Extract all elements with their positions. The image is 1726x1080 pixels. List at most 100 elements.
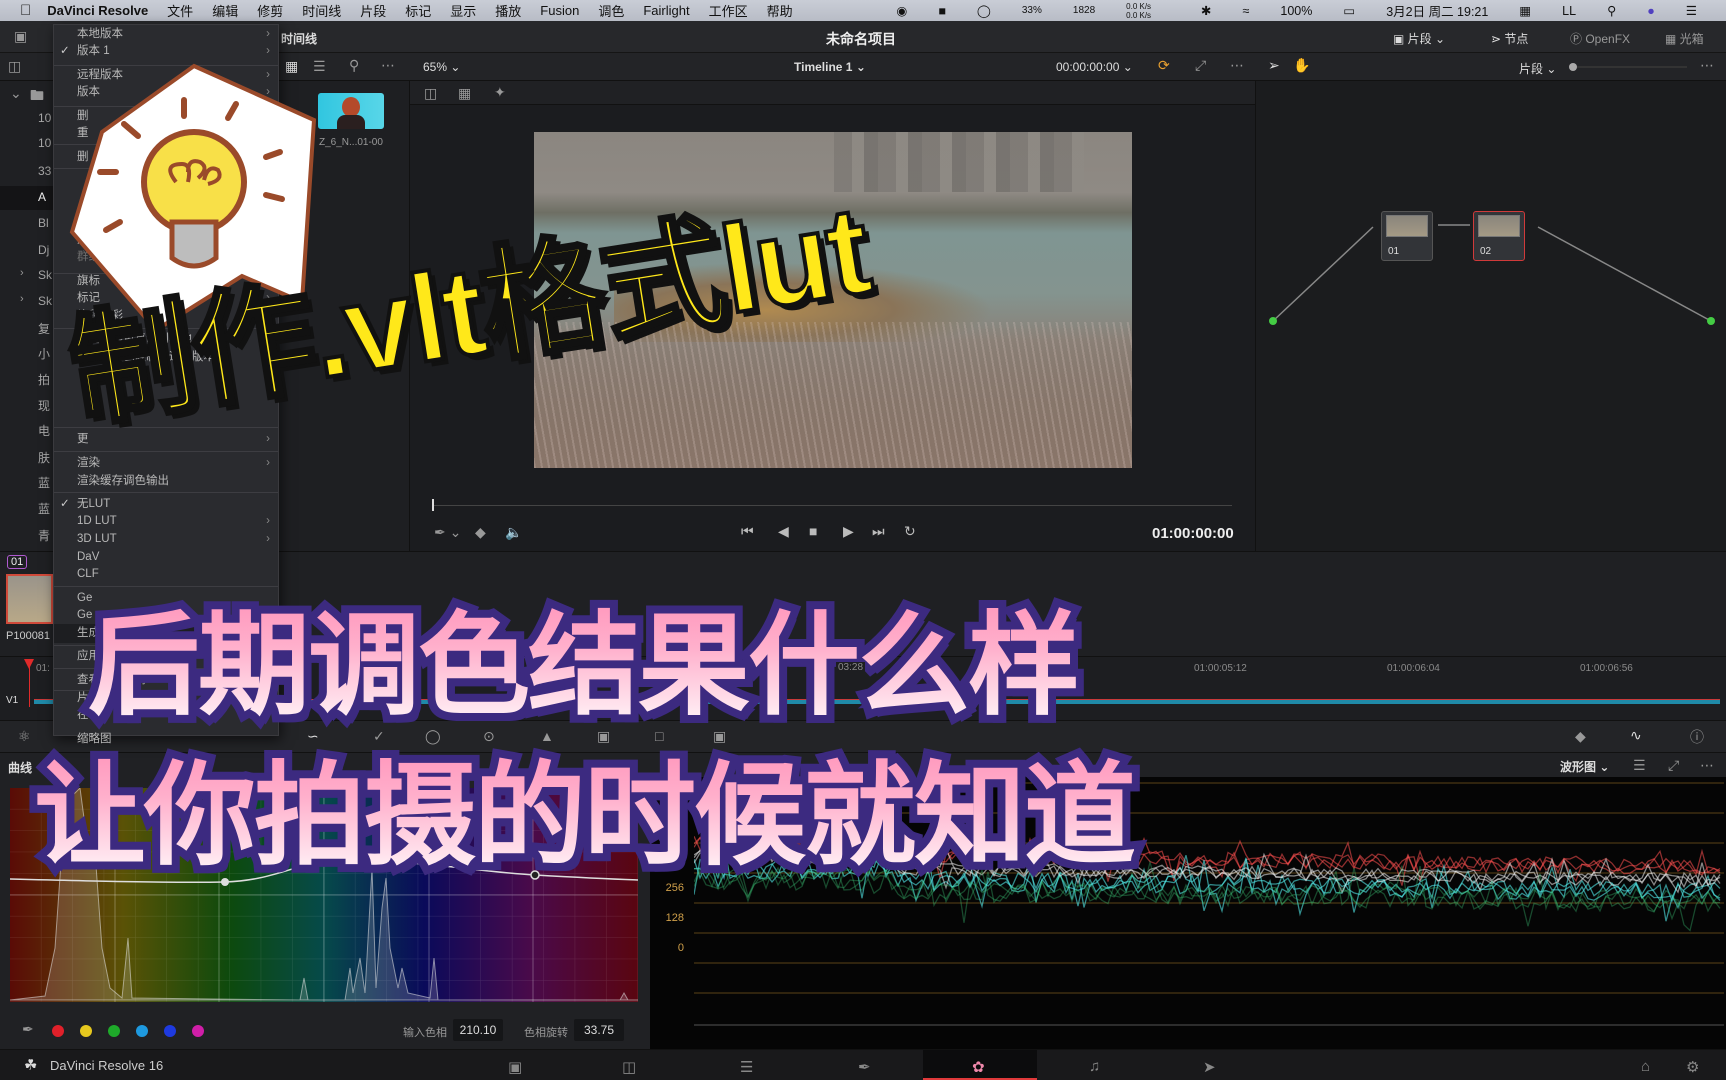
bin-item[interactable]: Bl	[38, 216, 49, 230]
apple-icon[interactable]: 	[20, 2, 31, 19]
hue-swatch-button[interactable]	[52, 1025, 64, 1037]
bin-item[interactable]: 现	[38, 397, 50, 414]
menu-clip[interactable]: 片段	[360, 1, 386, 20]
timeline-select[interactable]: Timeline 1 ⌄	[794, 60, 866, 74]
info-icon[interactable]: ⓘ	[1690, 727, 1704, 747]
hue-swatch-button[interactable]	[164, 1025, 176, 1037]
clips-button[interactable]: ▣ 片段 ⌄	[1393, 30, 1445, 47]
playhead-handle[interactable]	[432, 499, 434, 511]
clock[interactable]: 3月2日 周二 19:21	[1386, 1, 1488, 20]
bin-item[interactable]: A	[38, 190, 46, 204]
search-icon[interactable]: ⚲	[349, 57, 359, 74]
input-hue-field[interactable]: 210.10	[453, 1019, 503, 1041]
menu-edit[interactable]: 编辑	[212, 1, 238, 20]
scope-more-icon[interactable]: ⋯	[1700, 757, 1714, 774]
menu-file[interactable]: 文件	[167, 1, 193, 20]
bluetooth-icon[interactable]: ✱	[1201, 3, 1211, 18]
media-page-icon[interactable]: ▣	[508, 1058, 522, 1076]
menu-timeline[interactable]: 时间线	[302, 1, 341, 20]
menu-view[interactable]: 显示	[450, 1, 476, 20]
hue-swatch-button[interactable]	[136, 1025, 148, 1037]
hue-swatch-button[interactable]	[80, 1025, 92, 1037]
menu-color[interactable]: 调色	[598, 1, 624, 20]
wifi-icon[interactable]: ≈	[1243, 4, 1250, 18]
play-icon[interactable]: ▶	[843, 523, 854, 540]
zoom-select[interactable]: 65% ⌄	[423, 60, 460, 74]
media-pool-icon[interactable]: ▣	[14, 28, 27, 45]
context-menu-item[interactable]: 渲染 ›	[54, 454, 278, 473]
fusion-page-icon[interactable]: ✒	[858, 1058, 871, 1076]
record-icon[interactable]: ◉	[896, 3, 907, 18]
app-menu[interactable]: DaVinci Resolve	[47, 3, 148, 18]
node-mode-select[interactable]: 片段 ⌄	[1519, 60, 1556, 77]
menu-fairlight[interactable]: Fairlight	[643, 3, 689, 18]
bin-item[interactable]: 蓝	[38, 500, 50, 517]
input-method-icon[interactable]: ▦	[1519, 3, 1531, 18]
openfx-button[interactable]: Ⓟ OpenFX	[1570, 30, 1630, 47]
bin-item[interactable]: Dj	[38, 243, 49, 257]
scopes-icon[interactable]: ∿	[1630, 727, 1642, 744]
cut-page-icon[interactable]: ◫	[622, 1058, 636, 1076]
node-01[interactable]: 01	[1381, 211, 1433, 261]
bin-item[interactable]: 10	[38, 136, 51, 150]
color-page-icon[interactable]: ✿	[972, 1058, 985, 1076]
slider-handle[interactable]	[1569, 63, 1577, 71]
node-editor[interactable]: 01 02	[1255, 81, 1726, 551]
expand-chevron-icon[interactable]: ›	[20, 267, 24, 279]
hue-swatch-button[interactable]	[192, 1025, 204, 1037]
bin-item[interactable]: Sk	[38, 268, 52, 282]
notification-center-icon[interactable]: ☰	[1686, 3, 1697, 18]
settings-gear-icon[interactable]: ⚙	[1686, 1058, 1699, 1076]
edit-page-icon[interactable]: ☰	[740, 1058, 753, 1076]
context-menu-item[interactable]: 1D LUT ›	[54, 512, 278, 531]
bin-item[interactable]: 33	[38, 164, 51, 178]
play-reverse-icon[interactable]: ◀	[778, 523, 789, 540]
clip-thumbnail[interactable]	[6, 574, 53, 624]
context-menu-item[interactable]: 3D LUT ›	[54, 530, 278, 549]
pointer-icon[interactable]: ➢	[1268, 57, 1280, 74]
viewer-more-icon[interactable]: ⋯	[1230, 57, 1244, 74]
bin-item[interactable]: 蓝	[38, 474, 50, 491]
fullscreen-icon[interactable]: ⤢	[1195, 57, 1206, 74]
scope-expand-icon[interactable]: ⤢	[1668, 757, 1679, 774]
menu-mark[interactable]: 标记	[405, 1, 431, 20]
eyedropper-icon[interactable]: ✒ ⌄	[434, 524, 461, 541]
deliver-page-icon[interactable]: ➤	[1203, 1058, 1216, 1076]
viewer-scrubber[interactable]	[432, 505, 1232, 506]
menu-playback[interactable]: 播放	[495, 1, 521, 20]
nodes-button[interactable]: ⋗ 节点	[1491, 30, 1528, 47]
curve-eyedropper-icon[interactable]: ✒	[22, 1021, 34, 1038]
bin-item[interactable]: 小	[38, 345, 50, 362]
folder-icon[interactable]: ■	[938, 4, 946, 18]
menu-fusion[interactable]: Fusion	[540, 3, 579, 18]
bin-item[interactable]: 肤	[38, 449, 50, 466]
scope-mode-select[interactable]: 波形图 ⌄	[1560, 758, 1609, 775]
home-icon[interactable]: ⌂	[1641, 1058, 1650, 1075]
battery-level[interactable]: 100%	[1280, 4, 1312, 18]
layers-icon[interactable]: ◆	[475, 524, 486, 541]
bin-item[interactable]: 青	[38, 527, 50, 544]
source-timecode[interactable]: 00:00:00:00 ⌄	[1056, 60, 1133, 74]
menu-help[interactable]: 帮助	[767, 1, 793, 20]
magic-wand-icon[interactable]: ✦	[494, 84, 506, 101]
color-wheel-icon[interactable]: ⟳	[1158, 57, 1170, 74]
collapse-chevron-icon[interactable]: ⌄	[10, 85, 22, 102]
sidebar-toggle-icon[interactable]: ◫	[8, 58, 21, 75]
bin-item[interactable]: Sk	[38, 294, 52, 308]
menu-trim[interactable]: 修剪	[257, 1, 283, 20]
lightbox-button[interactable]: ▦ 光箱	[1665, 30, 1704, 47]
node-zoom-slider[interactable]	[1569, 63, 1687, 71]
expand-chevron-icon[interactable]: ›	[20, 293, 24, 305]
bin-item[interactable]: 10	[38, 111, 51, 125]
status-icon[interactable]: ◯	[977, 3, 991, 18]
split-view-icon[interactable]: ◫	[424, 85, 437, 102]
bin-item[interactable]: 电	[38, 422, 50, 439]
hue-rotate-field[interactable]: 33.75	[574, 1019, 624, 1041]
node-02[interactable]: 02	[1473, 211, 1525, 261]
more-icon[interactable]: ⋯	[381, 57, 395, 74]
go-to-end-icon[interactable]: ⏭	[872, 523, 885, 540]
context-menu-item[interactable]: 渲染缓存调色输出	[54, 472, 278, 491]
stop-icon[interactable]: ■	[809, 523, 817, 539]
bin-item[interactable]: 复	[38, 320, 50, 337]
keyframes-icon[interactable]: ◆	[1575, 728, 1586, 745]
